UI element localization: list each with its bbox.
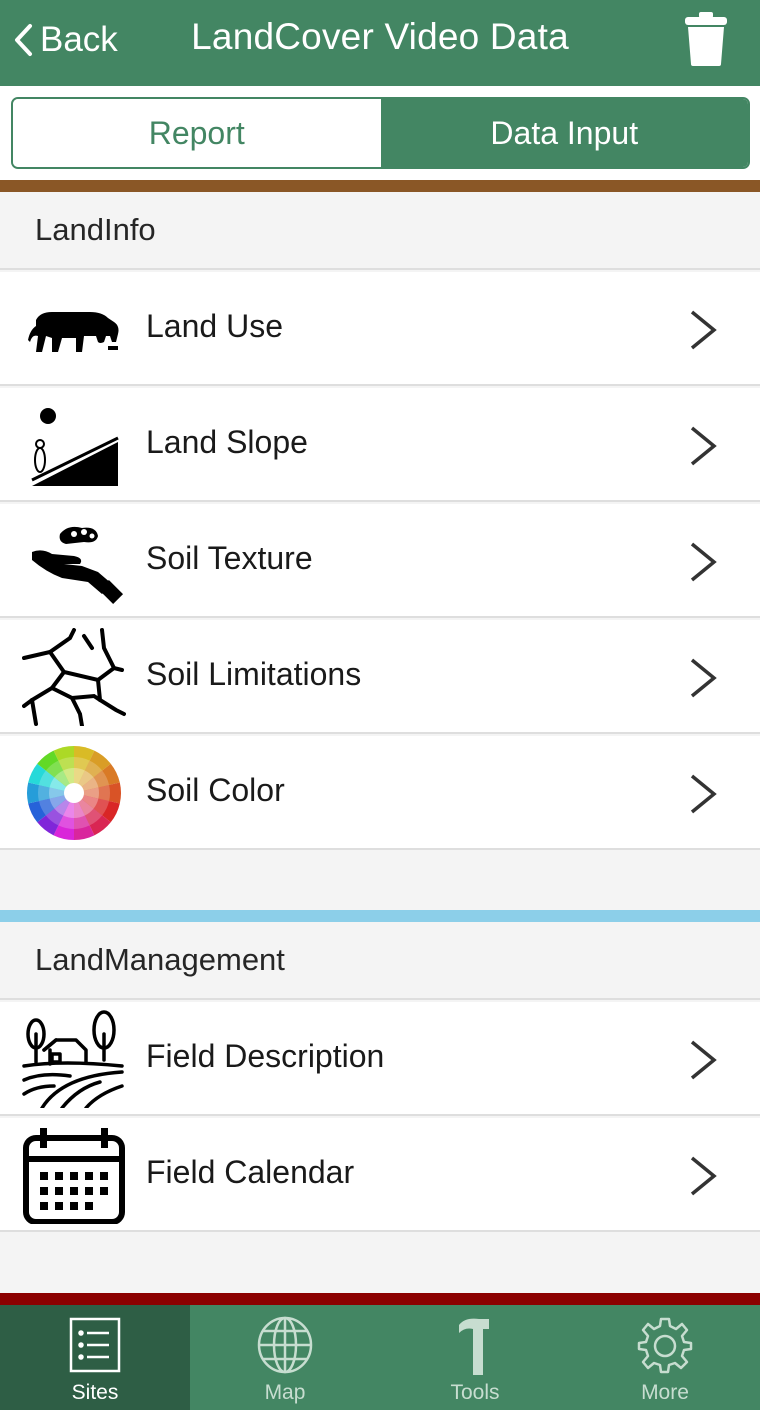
- tab-report[interactable]: Report: [13, 99, 381, 167]
- item-label: Soil Limitations: [146, 656, 362, 692]
- grazing-cow-icon: [22, 280, 126, 378]
- farm-field-icon: [22, 1010, 126, 1108]
- calendar-day-cell: [40, 1172, 48, 1180]
- chevron-right-icon: [690, 658, 717, 698]
- section-title: LandManagement: [35, 942, 285, 977]
- calendar-day-cell: [85, 1187, 93, 1195]
- hammer-icon: [459, 1318, 489, 1375]
- globe-icon: [257, 1316, 313, 1374]
- tab-label: Tools: [450, 1381, 500, 1404]
- list-item-land-use[interactable]: Land Use: [0, 272, 760, 386]
- calendar-day-cell: [70, 1202, 78, 1210]
- list-item-field-calendar[interactable]: Field Calendar: [0, 1118, 760, 1232]
- calendar-day-cell: [100, 1187, 108, 1195]
- tab-tools[interactable]: Tools: [380, 1305, 570, 1410]
- hand-soil-icon: [22, 512, 126, 610]
- tab-label: Map: [264, 1381, 306, 1404]
- list-item-soil-texture[interactable]: Soil Texture: [0, 504, 760, 618]
- calendar-day-cell: [40, 1202, 48, 1210]
- list-item-soil-limitations[interactable]: Soil Limitations: [0, 620, 760, 734]
- footer-color-band: [0, 1293, 760, 1305]
- nav-header: Back LandCover Video Data: [0, 0, 760, 86]
- list-item-land-slope[interactable]: Land Slope: [0, 388, 760, 502]
- segmented-control-container: Report Data Input: [0, 86, 760, 180]
- calendar-day-cell: [100, 1172, 108, 1180]
- chevron-right-icon: [690, 542, 717, 582]
- calendar-day-cell: [85, 1202, 93, 1210]
- list-item-soil-color[interactable]: Soil Color: [0, 736, 760, 850]
- bottom-tab-bar: Sites Map Tools More: [0, 1305, 760, 1410]
- section-title: LandInfo: [35, 212, 156, 247]
- list-icon: [69, 1317, 121, 1373]
- item-label: Land Slope: [146, 424, 308, 460]
- chevron-right-icon: [690, 774, 717, 814]
- item-label: Soil Texture: [146, 540, 313, 576]
- list-item-field-description[interactable]: Field Description: [0, 1002, 760, 1116]
- tab-sites[interactable]: Sites: [0, 1305, 190, 1410]
- cracked-soil-icon: [22, 628, 126, 726]
- landinfo-color-band: [0, 180, 760, 192]
- calendar-day-cell: [85, 1172, 93, 1180]
- landmanagement-color-band: [0, 910, 760, 922]
- color-wheel-center: [64, 783, 84, 803]
- section-header-landinfo: LandInfo: [0, 192, 760, 270]
- tab-data-input[interactable]: Data Input: [380, 99, 748, 167]
- item-label: Field Calendar: [146, 1154, 355, 1190]
- calendar-day-cell: [55, 1187, 63, 1195]
- page-title: LandCover Video Data: [191, 16, 569, 57]
- color-wheel-icon: [22, 744, 126, 842]
- tab-map[interactable]: Map: [190, 1305, 380, 1410]
- trash-icon[interactable]: [684, 12, 728, 66]
- calendar-day-cell: [70, 1172, 78, 1180]
- calendar-icon: [22, 1126, 126, 1224]
- item-label: Land Use: [146, 308, 283, 344]
- section-header-landmanagement: LandManagement: [0, 922, 760, 1000]
- segmented-control: Report Data Input: [11, 97, 750, 169]
- calendar-day-cell: [70, 1187, 78, 1195]
- chevron-right-icon: [690, 310, 717, 350]
- calendar-day-cell: [55, 1202, 63, 1210]
- tab-label: More: [641, 1381, 689, 1404]
- calendar-day-cell: [55, 1172, 63, 1180]
- gear-icon: [637, 1317, 693, 1374]
- item-label: Soil Color: [146, 772, 285, 808]
- chevron-right-icon: [690, 1156, 717, 1196]
- tab-label: Sites: [71, 1381, 119, 1404]
- chevron-right-icon: [690, 1040, 717, 1080]
- tab-more[interactable]: More: [570, 1305, 760, 1410]
- calendar-day-cell: [40, 1187, 48, 1195]
- chevron-right-icon: [690, 426, 717, 466]
- item-label: Field Description: [146, 1038, 385, 1074]
- slope-icon: [22, 396, 126, 494]
